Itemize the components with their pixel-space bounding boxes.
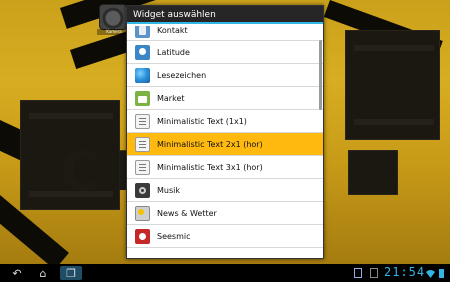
list-item-label: News & Wetter: [157, 208, 217, 218]
list-item-label: Latitude: [157, 47, 190, 57]
list-item-label: Musik: [157, 185, 180, 195]
document-icon: [135, 136, 150, 152]
notification-icon[interactable]: [354, 268, 362, 278]
list-item-label: Minimalistic Text 3x1 (hor): [157, 162, 263, 172]
news-icon: [135, 205, 150, 221]
list-scrollbar[interactable]: [319, 40, 322, 110]
back-icon: ↶: [12, 266, 22, 280]
home-button[interactable]: ⌂: [32, 266, 54, 280]
crate: [348, 150, 398, 195]
document-icon: [135, 159, 150, 175]
seesmic-icon: [135, 228, 150, 244]
camera-icon[interactable]: [99, 4, 127, 30]
home-icon: ⌂: [39, 266, 47, 280]
list-item-label: Minimalistic Text (1x1): [157, 116, 247, 126]
back-button[interactable]: ↶: [6, 266, 28, 280]
widget-picker-dialog: Widget auswählen Kontakt Latitude Leseze…: [126, 5, 324, 259]
battery-icon: [439, 269, 444, 278]
list-item-label: Seesmic: [157, 231, 191, 241]
bookmarks-icon: [135, 67, 150, 83]
document-icon: [135, 113, 150, 129]
system-bar: ↶ ⌂ ❐ 21:54: [0, 264, 450, 282]
widget-list[interactable]: Kontakt Latitude Lesezeichen Market Mini…: [127, 26, 323, 258]
list-item-musik[interactable]: Musik: [127, 179, 323, 202]
recent-apps-button[interactable]: ❐: [60, 266, 82, 280]
list-item-kontakt[interactable]: Kontakt: [127, 26, 323, 41]
list-item-news-wetter[interactable]: News & Wetter: [127, 202, 323, 225]
crate: [345, 30, 440, 140]
list-item-label: Lesezeichen: [157, 70, 207, 80]
list-item-lesezeichen[interactable]: Lesezeichen: [127, 64, 323, 87]
list-item-label: Minimalistic Text 2x1 (hor): [157, 139, 263, 149]
contact-icon: [135, 26, 150, 38]
list-item-minimalistic-1x1[interactable]: Minimalistic Text (1x1): [127, 110, 323, 133]
wifi-icon: [426, 270, 435, 278]
list-item-seesmic[interactable]: Seesmic: [127, 225, 323, 248]
list-item-minimalistic-2x1[interactable]: Minimalistic Text 2x1 (hor): [127, 133, 323, 156]
list-item-latitude[interactable]: Latitude: [127, 41, 323, 64]
screenshot-icon[interactable]: [370, 268, 378, 278]
music-icon: [135, 182, 150, 198]
latitude-icon: [135, 44, 150, 60]
market-icon: [135, 90, 150, 106]
recent-apps-icon: ❐: [66, 266, 76, 280]
list-item-partial[interactable]: [127, 248, 323, 258]
list-item-market[interactable]: Market: [127, 87, 323, 110]
list-item-label: Market: [157, 93, 185, 103]
list-item-label: Kontakt: [157, 26, 188, 35]
dialog-title: Widget auswählen: [127, 6, 323, 24]
status-clock[interactable]: 21:54: [384, 265, 425, 279]
list-item-minimalistic-3x1[interactable]: Minimalistic Text 3x1 (hor): [127, 156, 323, 179]
